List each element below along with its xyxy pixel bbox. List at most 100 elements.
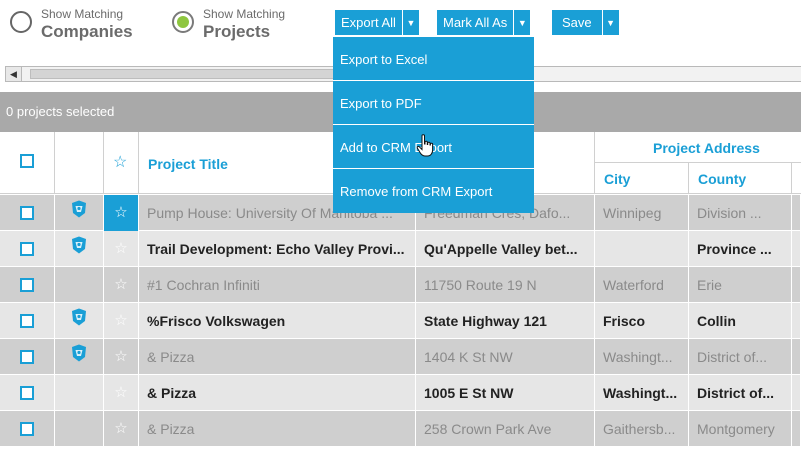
row-address: 258 Crown Park Ave: [416, 411, 595, 447]
toggle-companies-label: Companies: [41, 22, 133, 41]
scroll-thumb[interactable]: [30, 69, 350, 79]
row-star-cell[interactable]: ☆: [104, 195, 139, 231]
row-overflow-cell: [792, 303, 801, 339]
row-crm-cell: [55, 231, 104, 267]
row-project-title[interactable]: Trail Development: Echo Valley Provi...: [139, 231, 416, 267]
row-star-cell[interactable]: ☆: [104, 339, 139, 375]
header-crm-cell: [55, 132, 104, 194]
row-checkbox[interactable]: [20, 386, 34, 400]
row-star-cell[interactable]: ☆: [104, 267, 139, 303]
selection-count: 0 projects selected: [6, 104, 115, 119]
star-icon[interactable]: ☆: [114, 375, 127, 411]
row-project-title[interactable]: %Frisco Volkswagen: [139, 303, 416, 339]
row-county: District of...: [689, 339, 792, 375]
row-project-title[interactable]: & Pizza: [139, 411, 416, 447]
row-select-cell: [0, 303, 55, 339]
save-caret-icon[interactable]: ▼: [602, 10, 619, 35]
star-icon[interactable]: ☆: [114, 411, 127, 447]
row-star-cell[interactable]: ☆: [104, 411, 139, 447]
export-all-button[interactable]: Export All: [335, 10, 403, 35]
companies-radio[interactable]: [10, 11, 32, 33]
row-project-title[interactable]: & Pizza: [139, 375, 416, 411]
table-row[interactable]: ☆ #1 Cochran Infiniti 11750 Route 19 N Wate…: [0, 267, 801, 303]
table-row[interactable]: ☆ & Pizza 1005 E St NW Washingt... District …: [0, 375, 801, 411]
star-icon[interactable]: ☆: [114, 231, 127, 267]
row-checkbox[interactable]: [20, 314, 34, 328]
crm-export-icon: [71, 195, 87, 231]
row-checkbox[interactable]: [20, 350, 34, 364]
row-star-cell[interactable]: ☆: [104, 231, 139, 267]
select-all-checkbox[interactable]: [20, 154, 34, 168]
row-city: Frisco: [595, 303, 689, 339]
project-address-label: Project Address: [653, 140, 760, 156]
row-city: Washingt...: [595, 339, 689, 375]
star-icon[interactable]: ☆: [114, 267, 127, 303]
row-crm-cell: [55, 303, 104, 339]
mark-all-as-button[interactable]: Mark All As: [437, 10, 515, 35]
star-icon[interactable]: ☆: [114, 303, 127, 339]
row-overflow-cell: [792, 411, 801, 447]
crm-export-icon: [71, 339, 87, 375]
scroll-left-arrow-icon[interactable]: ◀: [6, 67, 22, 81]
row-overflow-cell: [792, 339, 801, 375]
row-select-cell: [0, 231, 55, 267]
show-matching-projects-toggle[interactable]: Show Matching Projects: [172, 8, 285, 40]
table-row[interactable]: ☆ & Pizza 1404 K St NW Washingt... District …: [0, 339, 801, 375]
save-button[interactable]: Save: [552, 10, 603, 35]
row-overflow-cell: [792, 195, 801, 231]
table-row[interactable]: ☆ %Frisco Volkswagen State Highway 121 Fris…: [0, 303, 801, 339]
toggle-companies-caption: Show Matching: [41, 7, 124, 21]
star-icon[interactable]: ☆: [114, 339, 127, 375]
row-project-title[interactable]: #1 Cochran Infiniti: [139, 267, 416, 303]
mark-all-as-caret-icon[interactable]: ▼: [514, 10, 531, 35]
table-row[interactable]: ☆ & Pizza 258 Crown Park Ave Gaithersb... Mo…: [0, 411, 801, 447]
row-county: Province ...: [689, 231, 792, 267]
project-title-label[interactable]: Project Title: [148, 156, 228, 172]
export-dropdown-menu: Export to Excel Export to PDF Add to CRM…: [333, 37, 534, 213]
row-address: 1005 E St NW: [416, 375, 595, 411]
row-crm-cell: [55, 411, 104, 447]
row-select-cell: [0, 195, 55, 231]
row-city: Washingt...: [595, 375, 689, 411]
row-address: 1404 K St NW: [416, 339, 595, 375]
header-project-address-group: Project Address: [595, 132, 801, 163]
menu-remove-crm-export[interactable]: Remove from CRM Export: [333, 169, 534, 213]
row-county: Collin: [689, 303, 792, 339]
star-icon[interactable]: ☆: [114, 195, 127, 231]
export-all-group: Export All ▼: [335, 10, 419, 35]
row-crm-cell: [55, 375, 104, 411]
menu-export-pdf[interactable]: Export to PDF: [333, 81, 534, 125]
save-group: Save ▼: [552, 10, 619, 35]
table-row[interactable]: ☆ Trail Development: Echo Valley Provi...…: [0, 231, 801, 267]
row-checkbox[interactable]: [20, 422, 34, 436]
crm-export-icon: [71, 303, 87, 339]
row-address: Qu'Appelle Valley bet...: [416, 231, 595, 267]
row-crm-cell: [55, 195, 104, 231]
toggle-projects-label: Projects: [203, 22, 271, 41]
city-label[interactable]: City: [604, 171, 630, 187]
row-checkbox[interactable]: [20, 278, 34, 292]
export-all-caret-icon[interactable]: ▼: [402, 10, 419, 35]
menu-export-excel[interactable]: Export to Excel: [333, 37, 534, 81]
projects-radio[interactable]: [172, 11, 194, 33]
row-city: Gaithersb...: [595, 411, 689, 447]
row-checkbox[interactable]: [20, 242, 34, 256]
row-county: Erie: [689, 267, 792, 303]
toggle-projects-caption: Show Matching: [203, 7, 286, 21]
header-county[interactable]: County: [689, 163, 792, 194]
row-county: Montgomery: [689, 411, 792, 447]
row-county: Division ...: [689, 195, 792, 231]
county-label[interactable]: County: [698, 171, 746, 187]
row-checkbox[interactable]: [20, 206, 34, 220]
row-star-cell[interactable]: ☆: [104, 303, 139, 339]
show-matching-companies-toggle[interactable]: Show Matching Companies: [10, 8, 133, 40]
header-star-cell: ☆: [104, 132, 139, 194]
row-project-title[interactable]: & Pizza: [139, 339, 416, 375]
row-star-cell[interactable]: ☆: [104, 375, 139, 411]
row-address: 11750 Route 19 N: [416, 267, 595, 303]
row-city: Winnipeg: [595, 195, 689, 231]
header-city[interactable]: City: [595, 163, 689, 194]
row-select-cell: [0, 411, 55, 447]
row-overflow-cell: [792, 231, 801, 267]
star-header-icon[interactable]: ☆: [113, 152, 127, 172]
